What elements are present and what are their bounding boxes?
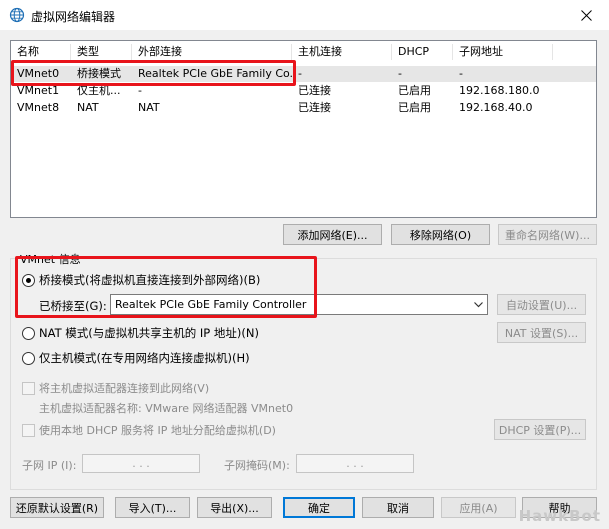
group-title: VMnet 信息 xyxy=(18,251,83,267)
radio-selected-icon xyxy=(22,273,35,287)
cell-host: - xyxy=(298,67,302,80)
auto-settings-button[interactable]: 自动设置(U)... xyxy=(497,294,586,315)
table-row[interactable]: VMnet0 桥接模式 Realtek PCIe GbE Family Co..… xyxy=(11,66,596,82)
export-button[interactable]: 导出(X)... xyxy=(197,497,272,518)
bridged-to-value: Realtek PCIe GbE Family Controller xyxy=(115,298,307,311)
cell-name: VMnet0 xyxy=(17,67,60,80)
watermark: HawkBot xyxy=(518,507,601,525)
column-header-name[interactable]: 名称 xyxy=(11,44,71,60)
host-only-mode-radio[interactable]: 仅主机模式(在专用网络内连接虚拟机)(H) xyxy=(22,350,250,366)
cell-name: VMnet1 xyxy=(17,84,60,97)
cell-external: Realtek PCIe GbE Family Co... xyxy=(138,67,292,80)
use-dhcp-label: 使用本地 DHCP 服务将 IP 地址分配给虚拟机(D) xyxy=(39,424,276,437)
column-header-external[interactable]: 外部连接 xyxy=(132,44,292,60)
column-header-host[interactable]: 主机连接 xyxy=(292,44,392,60)
cell-external: - xyxy=(138,84,142,97)
rename-network-button[interactable]: 重命名网络(W)... xyxy=(498,224,597,245)
bridge-mode-radio[interactable]: 桥接模式(将虚拟机直接连接到外部网络)(B) xyxy=(22,272,260,288)
apply-button[interactable]: 应用(A) xyxy=(441,497,516,518)
nat-mode-radio[interactable]: NAT 模式(与虚拟机共享主机的 IP 地址)(N) xyxy=(22,325,259,341)
radio-unselected-icon xyxy=(22,326,35,340)
connect-adapter-label: 将主机虚拟适配器连接到此网络(V) xyxy=(39,382,210,395)
column-header-subnet[interactable]: 子网地址 xyxy=(453,44,553,60)
remove-network-button[interactable]: 移除网络(O) xyxy=(391,224,490,245)
column-header-dhcp[interactable]: DHCP xyxy=(392,44,453,60)
use-dhcp-checkbox[interactable]: 使用本地 DHCP 服务将 IP 地址分配给虚拟机(D) xyxy=(22,422,276,438)
adapter-name-label: 主机虚拟适配器名称: VMware 网络适配器 VMnet0 xyxy=(39,402,294,415)
cell-external: NAT xyxy=(138,101,160,114)
subnet-mask-input[interactable]: . . . xyxy=(296,454,414,473)
cell-subnet: 192.168.40.0 xyxy=(459,101,533,114)
nat-settings-button[interactable]: NAT 设置(S)... xyxy=(497,322,586,343)
restore-defaults-button[interactable]: 还原默认设置(R) xyxy=(10,497,104,518)
cell-name: VMnet8 xyxy=(17,101,60,114)
checkbox-icon xyxy=(22,423,35,437)
close-button[interactable] xyxy=(563,0,609,30)
host-only-mode-label: 仅主机模式(在专用网络内连接虚拟机)(H) xyxy=(39,351,250,365)
chevron-down-icon xyxy=(470,295,487,314)
bridged-to-label: 已桥接至(G): xyxy=(39,299,107,313)
cell-host: 已连接 xyxy=(298,101,331,114)
cell-subnet: 192.168.180.0 xyxy=(459,84,540,97)
radio-unselected-icon xyxy=(22,351,35,365)
window-title: 虚拟网络编辑器 xyxy=(31,10,116,24)
table-row[interactable]: VMnet8 NAT NAT 已连接 已启用 192.168.40.0 xyxy=(11,100,596,116)
network-list[interactable]: 名称 类型 外部连接 主机连接 DHCP 子网地址 VMnet0 桥接模式 Re… xyxy=(10,40,597,218)
cell-subnet: - xyxy=(459,67,463,80)
table-header: 名称 类型 外部连接 主机连接 DHCP 子网地址 xyxy=(11,44,596,60)
dhcp-settings-button[interactable]: DHCP 设置(P)... xyxy=(494,419,586,440)
connect-adapter-checkbox[interactable]: 将主机虚拟适配器连接到此网络(V) xyxy=(22,380,209,396)
cancel-button[interactable]: 取消 xyxy=(362,497,434,518)
subnet-mask-label: 子网掩码(M): xyxy=(224,459,290,472)
add-network-button[interactable]: 添加网络(E)... xyxy=(283,224,382,245)
network-globe-icon xyxy=(9,7,25,23)
table-row[interactable]: VMnet1 仅主机... - 已连接 已启用 192.168.180.0 xyxy=(11,83,596,99)
cell-dhcp: 已启用 xyxy=(398,101,431,114)
nat-mode-label: NAT 模式(与虚拟机共享主机的 IP 地址)(N) xyxy=(39,326,259,340)
import-button[interactable]: 导入(T)... xyxy=(115,497,190,518)
cell-type: 桥接模式 xyxy=(77,67,121,80)
close-icon xyxy=(580,9,592,21)
ok-button[interactable]: 确定 xyxy=(283,497,355,518)
cell-dhcp: - xyxy=(398,67,402,80)
bridged-to-select[interactable]: Realtek PCIe GbE Family Controller xyxy=(110,294,488,315)
subnet-ip-input[interactable]: . . . xyxy=(82,454,200,473)
cell-dhcp: 已启用 xyxy=(398,84,431,97)
cell-host: 已连接 xyxy=(298,84,331,97)
title-bar: 虚拟网络编辑器 xyxy=(0,0,609,30)
checkbox-icon xyxy=(22,381,35,395)
cell-type: 仅主机... xyxy=(77,84,121,97)
cell-type: NAT xyxy=(77,101,99,114)
column-header-type[interactable]: 类型 xyxy=(71,44,132,60)
bridge-mode-label: 桥接模式(将虚拟机直接连接到外部网络)(B) xyxy=(39,273,261,287)
subnet-ip-label: 子网 IP (I): xyxy=(22,459,77,472)
